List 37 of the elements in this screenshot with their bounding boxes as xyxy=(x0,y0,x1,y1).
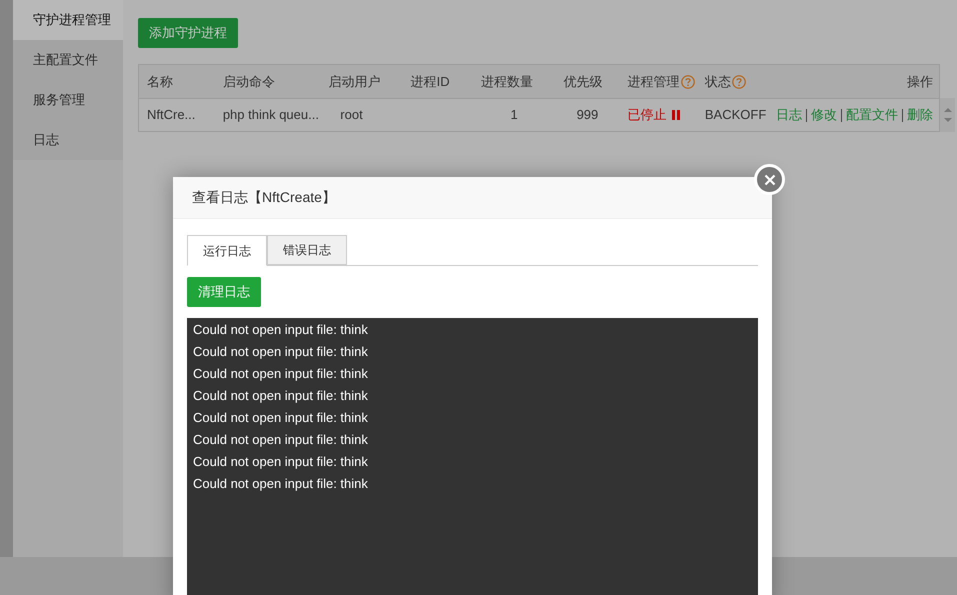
column-label: 操作 xyxy=(907,72,933,91)
help-icon[interactable] xyxy=(680,74,695,88)
table-cell: php think queu... xyxy=(214,98,320,132)
pause-icon[interactable] xyxy=(672,110,680,120)
table-cell: 999 xyxy=(555,98,620,132)
column-label: 进程数量 xyxy=(480,72,533,91)
add-process-button[interactable]: 添加守护进程 xyxy=(138,18,238,48)
log-line: Could not open input file: think xyxy=(193,409,369,427)
log-line: Could not open input file: think xyxy=(193,387,369,405)
sidebar-item[interactable]: 主配置文件 xyxy=(13,40,123,80)
sidebar-item[interactable]: 守护进程管理 xyxy=(13,0,123,40)
column-label: 状态 xyxy=(704,72,746,92)
table-cell: BACKOFF xyxy=(696,98,776,132)
log-line: Could not open input file: think xyxy=(193,365,369,383)
column-label: 启动命令 xyxy=(222,72,275,91)
log-line: Could not open input file: think xyxy=(193,321,369,339)
log-line: Could not open input file: think xyxy=(193,343,369,361)
column-label: 启动用户 xyxy=(328,72,380,91)
tab[interactable]: 错误日志 xyxy=(267,235,347,265)
tab[interactable]: 运行日志 xyxy=(187,235,267,266)
column-label: 进程ID xyxy=(410,72,450,91)
clear-log-button[interactable]: 清理日志 xyxy=(187,277,261,307)
help-icon[interactable] xyxy=(732,74,746,88)
column-label: 优先级 xyxy=(563,72,602,91)
status-text: 已停止 xyxy=(628,106,667,124)
scrollbar[interactable] xyxy=(940,98,955,132)
dialog-title: 查看日志【NftCreate】 xyxy=(192,188,336,207)
log-line: Could not open input file: think xyxy=(193,453,369,471)
column-label: 名称 xyxy=(147,72,173,91)
log-line: Could not open input file: think xyxy=(193,431,369,449)
sidebar-item[interactable]: 日志 xyxy=(13,120,123,160)
log-line: Could not open input file: think xyxy=(193,475,369,493)
table-cell: NftCre... xyxy=(138,98,215,132)
table-cell: root xyxy=(320,98,403,132)
table-cell: 1 xyxy=(472,98,556,132)
sidebar-item[interactable]: 服务管理 xyxy=(13,80,123,120)
column-label: 进程管理 xyxy=(628,72,695,92)
